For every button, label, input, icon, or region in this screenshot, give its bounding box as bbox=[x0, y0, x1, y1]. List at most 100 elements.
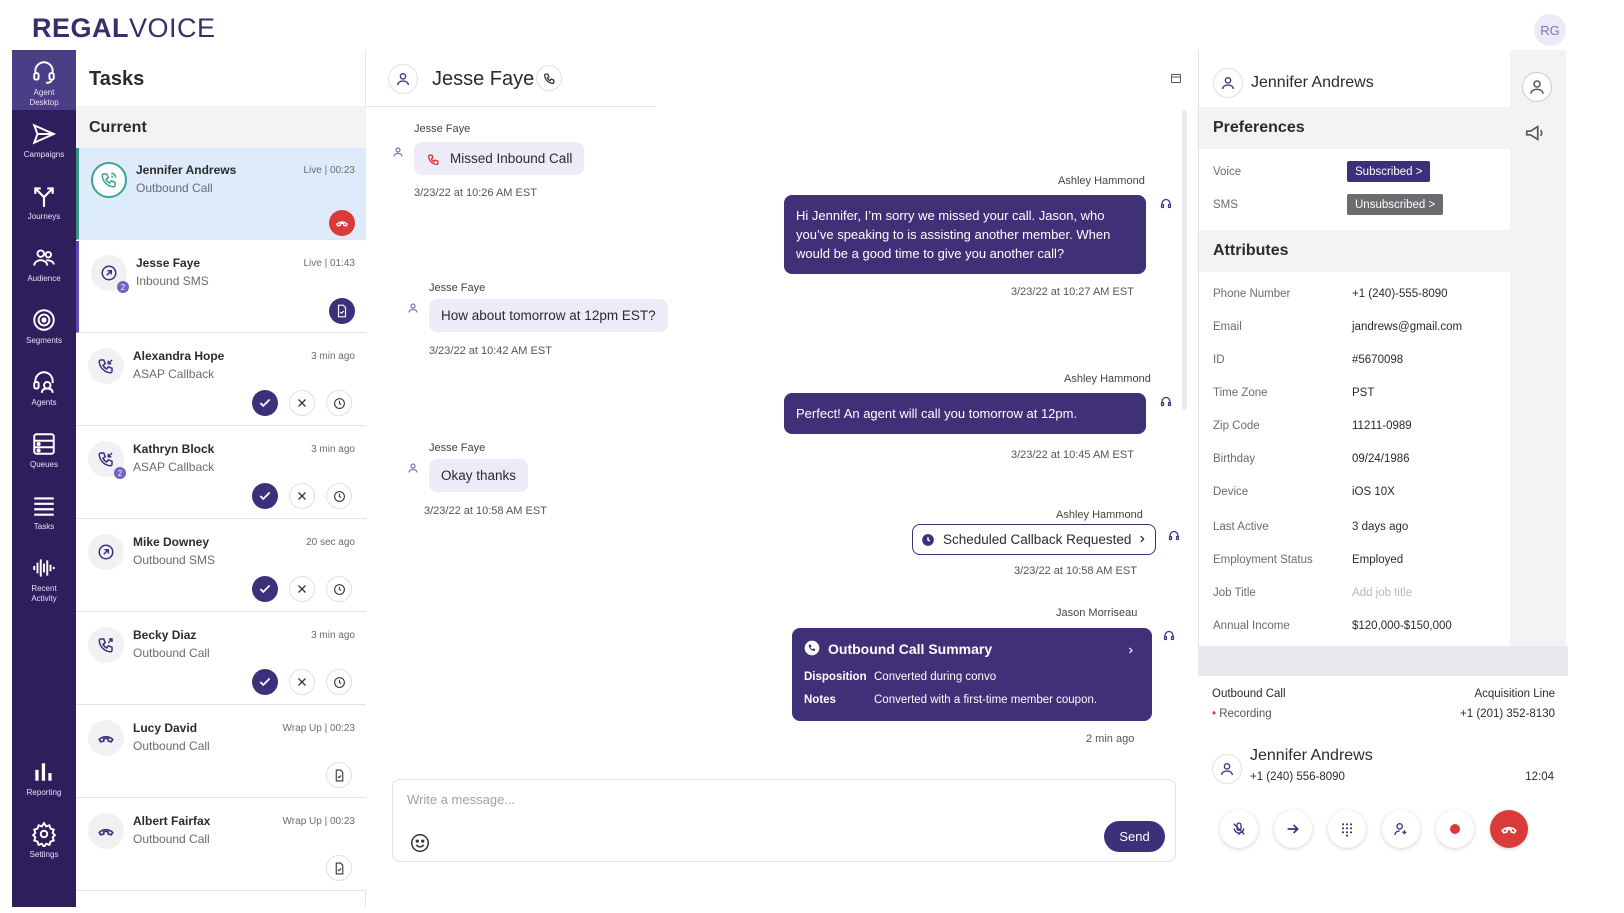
message-time: 3/23/22 at 10:58 AM EST bbox=[1014, 565, 1137, 577]
gear-icon bbox=[31, 820, 57, 848]
attribute-label: Birthday bbox=[1213, 453, 1256, 465]
user-avatar[interactable]: RG bbox=[1534, 14, 1566, 46]
call-contact-button[interactable] bbox=[536, 65, 562, 91]
message-time: 3/23/22 at 10:26 AM EST bbox=[414, 187, 537, 199]
message-time: 2 min ago bbox=[1086, 733, 1135, 745]
accept-button[interactable] bbox=[252, 576, 278, 602]
missed-call-icon bbox=[427, 153, 440, 166]
snooze-button[interactable] bbox=[326, 483, 352, 509]
nav-segments[interactable]: Segments bbox=[12, 298, 76, 358]
call-widget-drag-handle[interactable] bbox=[1198, 646, 1568, 676]
attribute-value[interactable]: jandrews@gmail.com bbox=[1352, 321, 1462, 333]
clock-icon bbox=[921, 533, 935, 547]
message-text: Missed Inbound Call bbox=[450, 151, 573, 166]
profile-tab-button[interactable] bbox=[1522, 72, 1552, 102]
scheduled-callback-card[interactable]: Scheduled Callback Requested bbox=[912, 524, 1156, 555]
emoji-icon[interactable] bbox=[409, 832, 431, 854]
nav-agent-desktop[interactable]: Agent Desktop bbox=[12, 50, 76, 110]
snooze-button[interactable] bbox=[326, 390, 352, 416]
notes-button[interactable] bbox=[326, 762, 352, 788]
call-summary-card[interactable]: Outbound Call Summary Disposition Conver… bbox=[792, 628, 1152, 721]
attribute-value[interactable]: 3 days ago bbox=[1352, 521, 1408, 533]
notes-button[interactable] bbox=[329, 298, 355, 324]
attribute-value[interactable]: 09/24/1986 bbox=[1352, 453, 1410, 465]
hangup-button[interactable] bbox=[329, 210, 355, 236]
task-time: Wrap Up | 00:23 bbox=[282, 723, 355, 734]
nav-journeys[interactable]: Journeys bbox=[12, 174, 76, 234]
attribute-value[interactable]: PST bbox=[1352, 387, 1374, 399]
task-type: Outbound Call bbox=[136, 181, 213, 195]
nav-reporting[interactable]: Reporting bbox=[12, 750, 76, 810]
disposition-value: Converted during convo bbox=[874, 671, 997, 683]
nav-agents[interactable]: Agents bbox=[12, 360, 76, 420]
attribute-value[interactable]: $120,000-$150,000 bbox=[1352, 620, 1452, 632]
sender-name: Jason Morriseau bbox=[1056, 607, 1138, 619]
reject-button[interactable] bbox=[289, 390, 315, 416]
accept-button[interactable] bbox=[252, 390, 278, 416]
sender-name: Jesse Faye bbox=[429, 282, 486, 294]
record-button[interactable] bbox=[1436, 810, 1474, 848]
attribute-value[interactable]: 11211-0989 bbox=[1352, 420, 1412, 432]
live-call-icon bbox=[91, 162, 127, 198]
attribute-value[interactable]: Employed bbox=[1352, 554, 1403, 566]
headset-icon bbox=[1160, 198, 1172, 210]
task-item[interactable]: Alexandra Hope ASAP Callback 3 min ago bbox=[76, 334, 366, 426]
card-title: Scheduled Callback Requested bbox=[943, 532, 1132, 547]
waveform-icon bbox=[31, 554, 57, 582]
voice-subscription-button[interactable]: Subscribed > bbox=[1347, 161, 1431, 182]
nav-campaigns[interactable]: Campaigns bbox=[12, 112, 76, 172]
attribute-label: Last Active bbox=[1213, 521, 1269, 533]
task-type: Outbound Call bbox=[133, 832, 210, 846]
keypad-button[interactable] bbox=[1328, 810, 1366, 848]
task-item[interactable]: 2 Jesse Faye Inbound SMS Live | 01:43 bbox=[76, 241, 366, 333]
task-name: Becky Diaz bbox=[133, 628, 197, 642]
ended-call-icon bbox=[88, 813, 124, 849]
accept-button[interactable] bbox=[252, 669, 278, 695]
nav-recent-activity[interactable]: Recent Activity bbox=[12, 546, 76, 606]
snooze-button[interactable] bbox=[326, 576, 352, 602]
task-item[interactable]: Mike Downey Outbound SMS 20 sec ago bbox=[76, 520, 366, 612]
task-item[interactable]: Becky Diaz Outbound Call 3 min ago bbox=[76, 613, 366, 705]
task-type: ASAP Callback bbox=[133, 367, 215, 381]
scrollbar[interactable] bbox=[1182, 110, 1187, 410]
list-icon bbox=[31, 492, 57, 520]
task-item[interactable]: Jennifer Andrews Outbound Call Live | 00… bbox=[76, 148, 366, 240]
person-icon bbox=[1213, 68, 1243, 98]
mute-button[interactable] bbox=[1220, 810, 1258, 848]
reject-button[interactable] bbox=[289, 669, 315, 695]
task-type: Inbound SMS bbox=[136, 274, 209, 288]
caller-name: Jennifer Andrews bbox=[1250, 747, 1373, 764]
reject-button[interactable] bbox=[289, 576, 315, 602]
sms-subscription-button[interactable]: Unsubscribed > bbox=[1347, 194, 1444, 215]
calendar-icon[interactable] bbox=[1170, 72, 1182, 84]
task-item[interactable]: 2 Kathryn Block ASAP Callback 3 min ago bbox=[76, 427, 366, 519]
message-input[interactable] bbox=[407, 792, 1007, 807]
person-icon bbox=[392, 146, 404, 158]
transfer-button[interactable] bbox=[1274, 810, 1312, 848]
attribute-value[interactable]: #5670098 bbox=[1352, 354, 1403, 366]
megaphone-icon[interactable] bbox=[1524, 122, 1546, 144]
nav-tasks[interactable]: Tasks bbox=[12, 484, 76, 544]
send-button[interactable]: Send bbox=[1104, 821, 1165, 852]
chevron-right-icon bbox=[1137, 533, 1147, 545]
task-type: Outbound Call bbox=[133, 739, 210, 753]
attribute-value[interactable]: Add job title bbox=[1352, 587, 1412, 599]
add-participant-button[interactable] bbox=[1382, 810, 1420, 848]
nav-audience[interactable]: Audience bbox=[12, 236, 76, 296]
accept-button[interactable] bbox=[252, 483, 278, 509]
snooze-button[interactable] bbox=[326, 669, 352, 695]
end-call-button[interactable] bbox=[1490, 810, 1528, 848]
attribute-value[interactable]: iOS 10X bbox=[1352, 486, 1395, 498]
line-label: Acquisition Line bbox=[1474, 688, 1555, 700]
person-icon bbox=[407, 302, 419, 314]
attribute-value[interactable]: +1 (240)-555-8090 bbox=[1352, 288, 1448, 300]
task-item[interactable]: Albert Fairfax Outbound Call Wrap Up | 0… bbox=[76, 799, 366, 891]
task-name: Mike Downey bbox=[133, 535, 210, 549]
nav-queues[interactable]: Queues bbox=[12, 422, 76, 482]
reject-button[interactable] bbox=[289, 483, 315, 509]
attribute-label: Phone Number bbox=[1213, 288, 1291, 300]
contact-name: Jesse Faye bbox=[432, 68, 535, 90]
task-item[interactable]: Lucy David Outbound Call Wrap Up | 00:23 bbox=[76, 706, 366, 798]
notes-button[interactable] bbox=[326, 855, 352, 881]
nav-settings[interactable]: Settings bbox=[12, 812, 76, 872]
